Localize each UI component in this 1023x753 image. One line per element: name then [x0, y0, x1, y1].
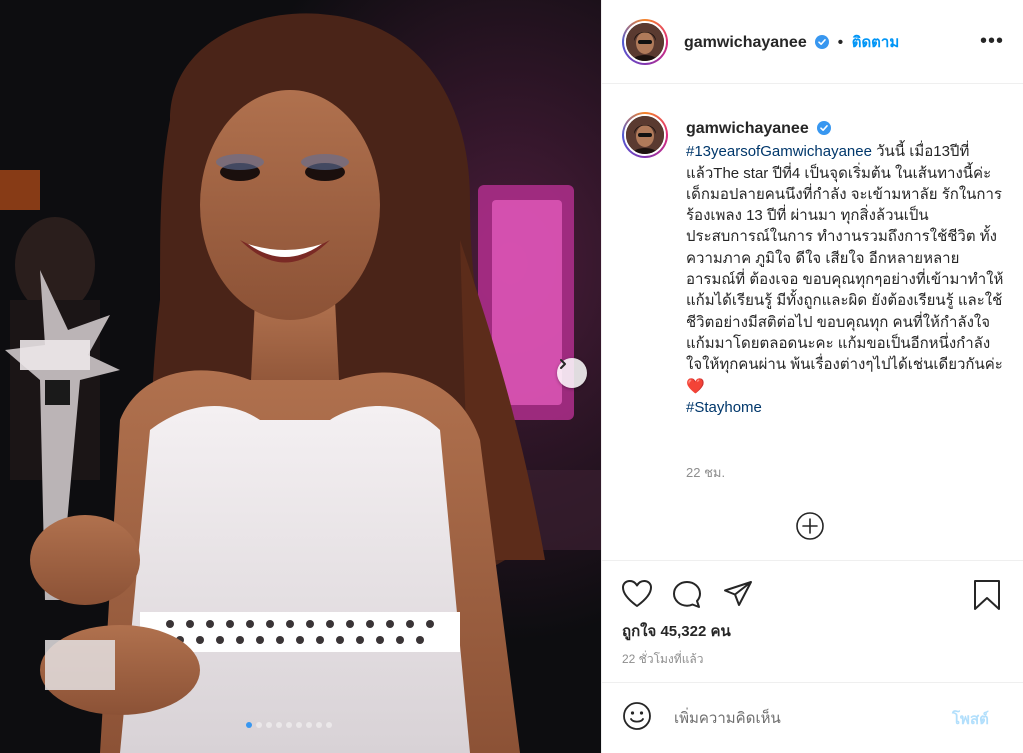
carousel-dot[interactable] [266, 722, 272, 728]
header-avatar[interactable] [622, 19, 668, 65]
post-photo[interactable] [0, 0, 601, 753]
carousel-dot[interactable] [296, 722, 302, 728]
caption-timestamp[interactable]: 22 ชม. [686, 462, 725, 483]
caption-text: gamwichayanee #13yearsofGamwichayanee วั… [686, 118, 1006, 418]
caption-username[interactable]: gamwichayanee [686, 120, 809, 137]
carousel-dot[interactable] [276, 722, 282, 728]
carousel-next-button[interactable] [557, 358, 587, 388]
bookmark-save-icon[interactable] [972, 579, 1002, 616]
post-age[interactable]: 22 ชั่วโมงที่แล้ว [622, 650, 704, 669]
load-more-comments-button[interactable] [795, 511, 825, 546]
avatar-image [626, 23, 664, 61]
header-separator: • [837, 34, 844, 51]
carousel-dot[interactable] [286, 722, 292, 728]
carousel-dots [246, 722, 332, 728]
share-paper-plane-icon[interactable] [722, 579, 754, 614]
like-count[interactable]: ถูกใจ 45,322 คน [622, 619, 731, 643]
post-comment-button[interactable]: โพสต์ [952, 707, 989, 731]
plus-circle-icon [795, 512, 825, 545]
avatar-image [626, 116, 664, 154]
comment-bar: โพสต์ [602, 682, 1023, 753]
carousel-dot[interactable] [316, 722, 322, 728]
hashtag-link[interactable]: #Stayhome [686, 399, 762, 416]
carousel-dot[interactable] [246, 722, 252, 728]
post-header: gamwichayanee • ติดตาม ••• [602, 0, 1023, 84]
header-username[interactable]: gamwichayanee [684, 34, 807, 51]
like-heart-icon[interactable] [621, 579, 653, 614]
comment-bubble-icon[interactable] [671, 579, 703, 614]
verified-badge-icon [816, 120, 831, 141]
comment-input[interactable] [672, 705, 946, 731]
follow-button[interactable]: ติดตาม [852, 34, 900, 51]
carousel-dot[interactable] [326, 722, 332, 728]
verified-badge-icon [815, 35, 830, 54]
more-options-button[interactable]: ••• [980, 30, 1004, 53]
carousel-dot[interactable] [306, 722, 312, 728]
heart-emoji: ❤️ [686, 377, 705, 395]
caption-body: วันนี้ เมื่อ13ปีที่แล้วThe star ปีที่4 เ… [686, 143, 1004, 374]
carousel-dot[interactable] [256, 722, 262, 728]
emoji-smiley-icon[interactable] [622, 701, 652, 736]
hashtag-link[interactable]: #13yearsofGamwichayanee [686, 143, 872, 160]
post-panel: gamwichayanee • ติดตาม ••• gamwichayanee [601, 0, 1023, 753]
post-photo-illustration [0, 0, 601, 753]
caption-avatar[interactable] [622, 112, 668, 158]
